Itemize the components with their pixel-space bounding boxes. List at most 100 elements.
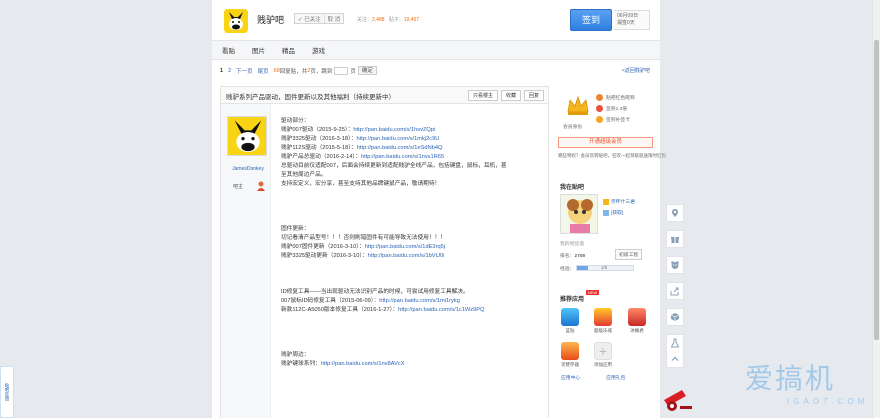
app-label: 蓝钻 (565, 328, 575, 333)
post-line (281, 261, 545, 270)
location-icon (672, 209, 678, 217)
tab-posts[interactable]: 看贴 (222, 45, 235, 55)
rank-value: 2708 (574, 254, 586, 259)
app-gift-link[interactable]: 应用礼包 (606, 374, 625, 381)
tab-featured[interactable]: 精品 (282, 45, 295, 55)
back-to-top-button[interactable] (666, 350, 684, 368)
download-link[interactable]: http://pan.baidu.com/s/1mkj2c9U (357, 136, 440, 142)
only-author-button[interactable]: 只看楼主 (467, 90, 498, 101)
post-line-text: 总驱动目前仅适配007，后面会持续更新到适配贱驴全线产品，包括键盘，鼠标，耳机，… (281, 163, 507, 169)
post-line-text: 固件更新： (281, 226, 310, 232)
post-line (281, 324, 545, 333)
forum-nav: 看贴 图片 精品 游戏 (212, 40, 660, 60)
app-super-fun-icon[interactable] (594, 308, 612, 326)
author-name[interactable]: JamesDonkey (225, 166, 271, 172)
thread-header: 贱驴系列产品驱动，固件更新以及其他福利（持续更新中） 只看楼主 收藏 回复 (221, 87, 548, 104)
cube-button[interactable] (666, 308, 684, 326)
post-line: 007鼠标ID码修复工具（2015-06-09）：http://pan.baid… (281, 297, 545, 306)
download-link[interactable]: http://pan.baidu.com/s/1mi1rykg (379, 298, 460, 304)
post-line (281, 207, 545, 216)
forum-header: 贱驴吧 ✓ 已关注 取 消 关注：2,488 贴子：19,457 签到 06月0… (212, 0, 660, 40)
watermark-cn: 爱搞机 (745, 362, 836, 395)
watermark: 爱搞机 IGAO7.COM (745, 357, 868, 406)
tab-games[interactable]: 游戏 (312, 45, 325, 55)
donkey-logo-icon (224, 9, 248, 33)
forum-page: 贱驴吧 ✓ 已关注 取 消 关注：2,488 贴子：19,457 签到 06月0… (212, 0, 666, 418)
author-rank: 吧主 (233, 184, 244, 190)
location-button[interactable] (666, 204, 684, 222)
cartoon-avatar-icon (567, 199, 593, 233)
new-badge: NEW (586, 290, 600, 295)
forum-name[interactable]: 贱驴吧 (257, 13, 284, 26)
exp-bar-fill (577, 266, 589, 270)
exp-bar: 1/5 (576, 265, 634, 271)
download-link[interactable]: http://pan.baidu.com/s/1eSdNb4Q (357, 145, 443, 151)
page-jump-input[interactable] (334, 66, 349, 75)
page-jump-button[interactable]: 确定 (357, 66, 377, 75)
level-badge[interactable]: 初级工程 (615, 249, 643, 260)
tab-images[interactable]: 图片 (252, 45, 265, 55)
perk-item[interactable]: 签到补签卡 (596, 114, 635, 125)
sign-date: 06月09日 (617, 13, 639, 19)
post-line: 新款112C-A5050版本修复工具（2016-1-27）：http://pan… (281, 306, 545, 315)
perk-icon (596, 105, 603, 112)
signin-button[interactable]: 签到 (570, 9, 612, 31)
feedback-tab[interactable]: 贴吧反馈 (0, 366, 14, 418)
post-line: 贱驴周边： (281, 351, 545, 360)
avatar[interactable] (227, 116, 267, 156)
post-line: 支持宏定义，宏分享，甚至支持其他品牌键鼠产品，敬请期待！ (281, 180, 545, 189)
forum-logo[interactable] (224, 9, 248, 33)
scrollbar-thumb[interactable] (874, 40, 879, 340)
post-line: 贱驴007固件更新（2016-3-10）：http://pan.baidu.co… (281, 243, 545, 252)
app-greedy-icon[interactable] (561, 342, 579, 360)
post-line-text: 切记看清产品型号！！！否则刷错固件有可能导致无法使用！！！ (281, 235, 446, 241)
scrollbar[interactable] (872, 0, 880, 418)
page-2-link[interactable]: 2 (228, 68, 231, 74)
exp-value: 1/5 (601, 265, 608, 270)
last-page-link[interactable]: 尾页 (258, 67, 269, 75)
gift-icon (671, 237, 679, 243)
sign-date-box: 06月09日 漏签0天 (614, 10, 650, 30)
post-line-text: 支持宏定义，宏分享，甚至支持其他品牌键鼠产品，敬请期待！ (281, 181, 441, 187)
favorite-button[interactable]: 收藏 (500, 90, 521, 101)
thread: 贱驴系列产品驱动，固件更新以及其他福利（持续更新中） 只看楼主 收藏 回复 Ja… (220, 86, 549, 418)
follow-button[interactable]: ✓ 已关注 取 消 (294, 13, 345, 24)
app-label: 冰桶君 (630, 328, 644, 333)
download-link[interactable]: http://pan.baidu.com/s/1dE3rq5j (365, 244, 445, 250)
pet-button[interactable] (666, 256, 684, 274)
post-line-text: 贱驴周边： (281, 352, 310, 358)
my-avatar[interactable] (560, 194, 598, 234)
exp-get-row[interactable]: [获取] (603, 209, 623, 216)
my-name-row[interactable]: 奈怀什三君 (603, 198, 635, 205)
gift-button[interactable] (666, 230, 684, 248)
coin-icon (603, 209, 609, 216)
post-line (281, 198, 545, 207)
download-link[interactable]: http://pan.baidu.com/s/1hsvZQpi (353, 127, 435, 133)
next-page-link[interactable]: 下一页 (236, 67, 253, 75)
post-line: 贱驴3325驱动（2016-3-18）：http://pan.baidu.com… (281, 135, 545, 144)
post-line-text: 至其他周边产品。 (281, 172, 327, 178)
post-line (281, 216, 545, 225)
reply-button[interactable]: 回复 (523, 90, 544, 101)
perk-item[interactable]: 贴吧红色昵称 (596, 92, 635, 103)
lab-icon (670, 338, 680, 348)
app-center-link[interactable]: 应用中心 (561, 374, 580, 381)
app-ice-bucket-icon[interactable] (628, 308, 646, 326)
rank-row: 排名：2708 (560, 254, 586, 259)
cannon-icon[interactable] (660, 382, 694, 412)
add-app-icon[interactable]: + (594, 342, 612, 360)
app-links: 应用中心 应用礼包 (561, 374, 625, 381)
download-link[interactable]: http://pan.baidu.com/s/1bVtJ0i (368, 253, 445, 259)
download-link[interactable]: http://pan.baidu.com/s/1c1Wz9PQ (398, 307, 484, 313)
download-link[interactable]: http://pan.baidu.com/s/1nv8AVcX (321, 361, 405, 367)
download-link[interactable]: http://pan.baidu.com/s/1nvs1R65 (361, 154, 444, 160)
post-line-text: 贱驴3325驱动更新（2016-3-10）： (281, 253, 368, 259)
back-to-forum-link[interactable]: <返回贱驴吧 (622, 67, 650, 74)
post-line: ID修复工具——当出现驱动无法识别产品的时候，可尝试用修复工具解决。 (281, 288, 545, 297)
perk-item[interactable]: 签到1.3倍 (596, 103, 635, 114)
app-label: 超级乐城 (594, 328, 612, 333)
open-vip-button[interactable]: 开通超级会员 (558, 137, 653, 148)
unfollow-button[interactable]: 取 消 (323, 14, 344, 23)
share-button[interactable] (666, 282, 684, 300)
app-blue-diamond-icon[interactable] (561, 308, 579, 326)
